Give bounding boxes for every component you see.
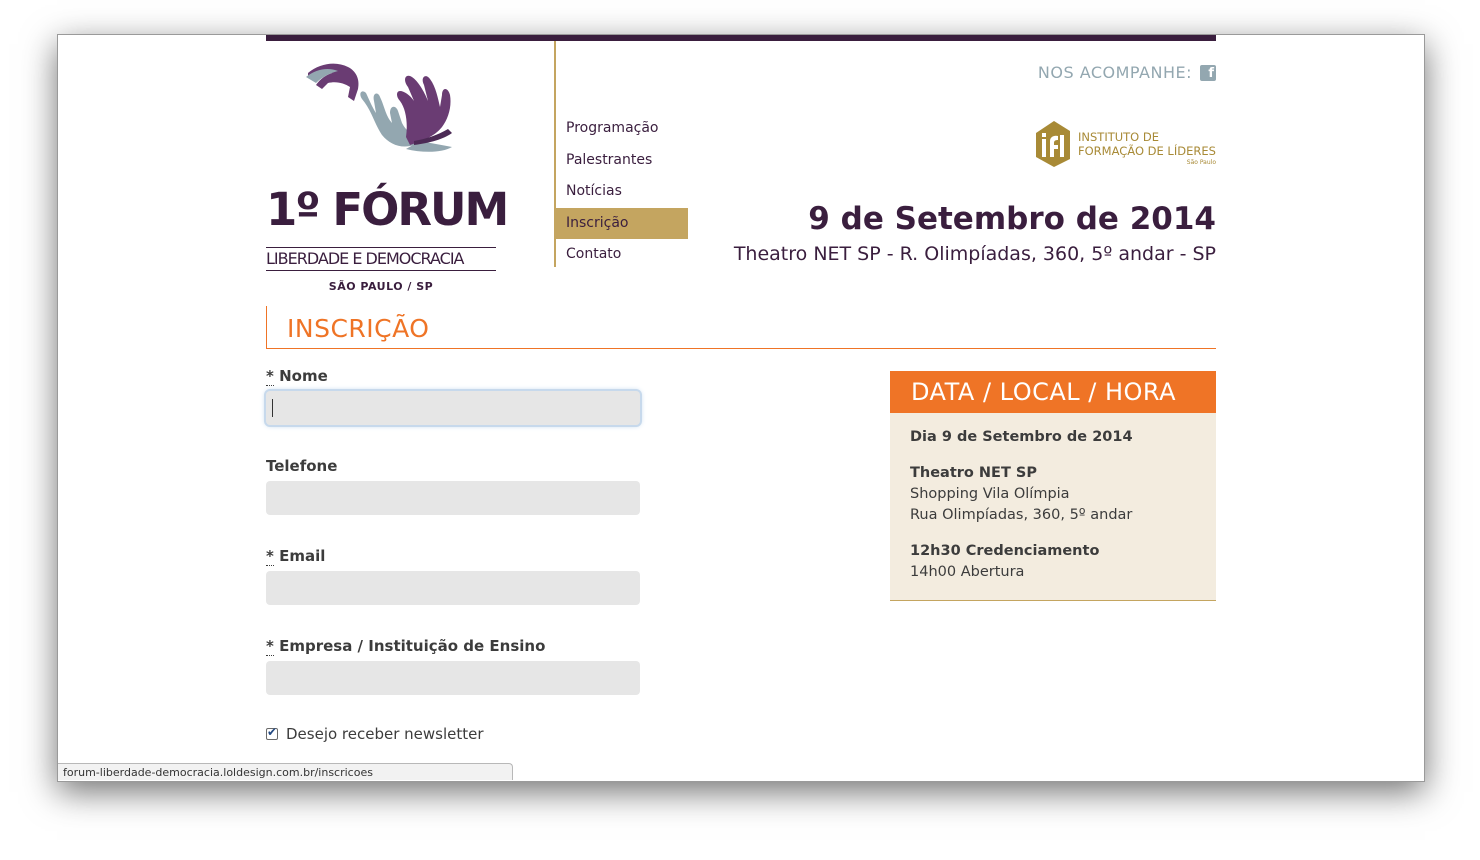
event-place: Theatro NET SP - R. Olimpíadas, 360, 5º … bbox=[733, 243, 1216, 265]
name-label-text: Nome bbox=[279, 367, 328, 385]
info-venue-line2: Shopping Vila Olímpia bbox=[910, 486, 1070, 502]
email-input[interactable] bbox=[266, 571, 640, 605]
email-label: * Email bbox=[266, 545, 646, 567]
phone-label: Telefone bbox=[266, 457, 338, 475]
name-label: * Nome bbox=[266, 365, 646, 387]
newsletter-label[interactable]: Desejo receber newsletter bbox=[286, 725, 484, 743]
event-info-box: DATA / LOCAL / HORA Dia 9 de Setembro de… bbox=[890, 371, 1216, 601]
info-date: Dia 9 de Setembro de 2014 bbox=[910, 429, 1133, 445]
nav-item-noticias[interactable]: Notícias bbox=[556, 176, 688, 208]
ifl-logo-icon bbox=[1036, 121, 1070, 167]
partner-small: São Paulo bbox=[1186, 159, 1216, 166]
name-field-group: * Nome bbox=[266, 365, 646, 425]
required-mark: * bbox=[266, 367, 274, 386]
logo-title: 1º FÓRUM bbox=[266, 183, 509, 236]
text-caret bbox=[272, 399, 273, 417]
page: 1º FÓRUM LIBERDADE E DEMOCRACIA SÃO PAUL… bbox=[58, 35, 1424, 781]
info-time1: 12h30 Credenciamento bbox=[910, 543, 1100, 559]
info-box-title: DATA / LOCAL / HORA bbox=[890, 371, 1216, 413]
main-nav: Programação Palestrantes Notícias Inscri… bbox=[556, 113, 688, 271]
company-input[interactable] bbox=[266, 661, 640, 695]
nav-item-inscricao[interactable]: Inscrição bbox=[556, 207, 688, 239]
logo-city: SÃO PAULO / SP bbox=[328, 280, 434, 293]
section-header: INSCRIÇÃO bbox=[266, 306, 1216, 349]
partner-line2: FORMAÇÃO DE LÍDERES bbox=[1078, 144, 1216, 158]
browser-window: 1º FÓRUM LIBERDADE E DEMOCRACIA SÃO PAUL… bbox=[57, 34, 1425, 782]
facebook-icon[interactable]: f bbox=[1200, 64, 1216, 81]
info-box-body: Dia 9 de Setembro de 2014 Theatro NET SP… bbox=[890, 413, 1216, 583]
section-title: INSCRIÇÃO bbox=[287, 314, 430, 343]
forum-logo[interactable]: 1º FÓRUM LIBERDADE E DEMOCRACIA SÃO PAUL… bbox=[266, 61, 509, 293]
phone-input[interactable] bbox=[266, 481, 640, 515]
required-mark: * bbox=[266, 547, 274, 566]
status-bar-url: forum-liberdade-democracia.loldesign.com… bbox=[58, 763, 513, 780]
email-label-text: Email bbox=[279, 547, 326, 565]
required-mark: * bbox=[266, 637, 274, 656]
nav-item-programacao[interactable]: Programação bbox=[556, 113, 688, 145]
newsletter-checkbox[interactable] bbox=[266, 725, 278, 740]
section-bar bbox=[266, 306, 267, 348]
name-input[interactable] bbox=[266, 391, 640, 425]
social-follow: NOS ACOMPANHE: f bbox=[1038, 63, 1216, 82]
partner-logo[interactable]: INSTITUTO DE FORMAÇÃO DE LÍDERES São Pau… bbox=[1032, 119, 1216, 169]
name-input-wrap bbox=[266, 391, 646, 425]
email-field-group: * Email bbox=[266, 545, 646, 605]
newsletter-row: Desejo receber newsletter bbox=[266, 725, 484, 743]
company-field-group: * Empresa / Instituição de Ensino bbox=[266, 635, 646, 695]
nav-item-palestrantes[interactable]: Palestrantes bbox=[556, 145, 688, 177]
partner-name: INSTITUTO DE FORMAÇÃO DE LÍDERES bbox=[1078, 130, 1216, 158]
company-label-text: Empresa / Instituição de Ensino bbox=[279, 637, 546, 655]
nav-item-contato[interactable]: Contato bbox=[556, 239, 688, 271]
phone-field-group: Telefone bbox=[266, 455, 646, 515]
partner-line1: INSTITUTO DE bbox=[1078, 130, 1160, 144]
info-venue: Theatro NET SP bbox=[910, 465, 1037, 481]
follow-label: NOS ACOMPANHE: bbox=[1037, 63, 1192, 82]
info-time2: 14h00 Abertura bbox=[910, 564, 1025, 580]
hands-icon bbox=[306, 63, 452, 152]
event-date: 9 de Setembro de 2014 bbox=[808, 201, 1216, 237]
top-bar bbox=[266, 35, 1216, 41]
logo-subtitle: LIBERDADE E DEMOCRACIA bbox=[266, 247, 496, 271]
info-venue-line3: Rua Olimpíadas, 360, 5º andar bbox=[910, 507, 1133, 523]
company-label: * Empresa / Instituição de Ensino bbox=[266, 635, 646, 657]
